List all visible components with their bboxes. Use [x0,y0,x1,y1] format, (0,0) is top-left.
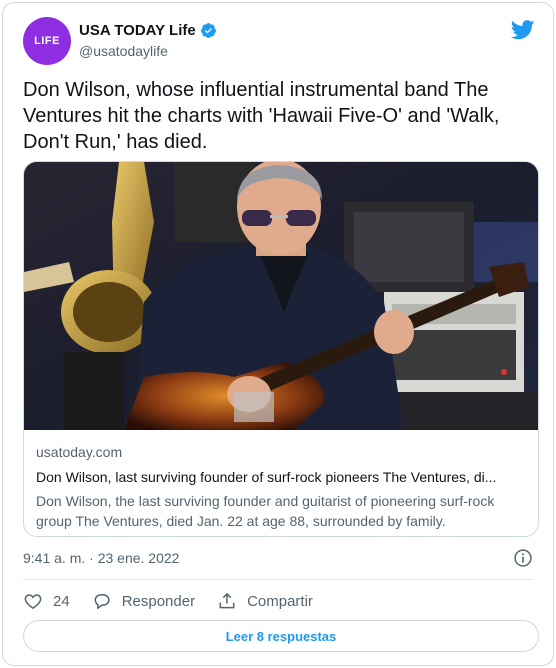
action-bar: 24 Responder Compartir [23,589,335,613]
reply-label: Responder [121,592,196,610]
heart-icon [24,594,42,609]
reply-button[interactable]: Responder [92,591,195,611]
tweet-embed-card: LIFE USA TODAY Life @usatodaylife Don Wi… [2,2,554,666]
link-domain: usatoday.com [36,444,123,460]
link-description: Don Wilson, the last surviving founder a… [36,493,495,529]
like-count: 24 [53,592,70,610]
share-label: Compartir [247,592,313,610]
link-title: Don Wilson, last surviving founder of su… [36,469,497,485]
verified-badge-icon [200,23,216,38]
like-button[interactable]: 24 [23,591,70,611]
share-button[interactable]: Compartir [217,591,313,611]
author-name-row[interactable]: USA TODAY Life [79,22,217,39]
tweet-timestamp[interactable]: 9:41 a. m. · 23 ene. 2022 [23,550,179,566]
divider [23,579,533,580]
display-name[interactable]: USA TODAY Life [79,22,196,39]
avatar[interactable]: LIFE [23,17,71,65]
twitter-bird-icon[interactable] [511,19,535,41]
share-icon [219,592,235,609]
read-replies-button[interactable]: Leer 8 respuestas [23,620,539,652]
link-preview-meta[interactable]: usatoday.com Don Wilson, last surviving … [36,444,526,531]
speech-bubble-icon [94,594,110,610]
link-preview-image[interactable] [24,162,538,430]
avatar-label: LIFE [34,35,60,47]
guitarist-photo [24,162,538,430]
tweet-text: Don Wilson, whose influential instrument… [23,79,500,153]
link-preview-card[interactable]: usatoday.com Don Wilson, last surviving … [23,161,539,537]
handle[interactable]: @usatodaylife [79,43,168,59]
info-icon[interactable] [513,548,533,568]
